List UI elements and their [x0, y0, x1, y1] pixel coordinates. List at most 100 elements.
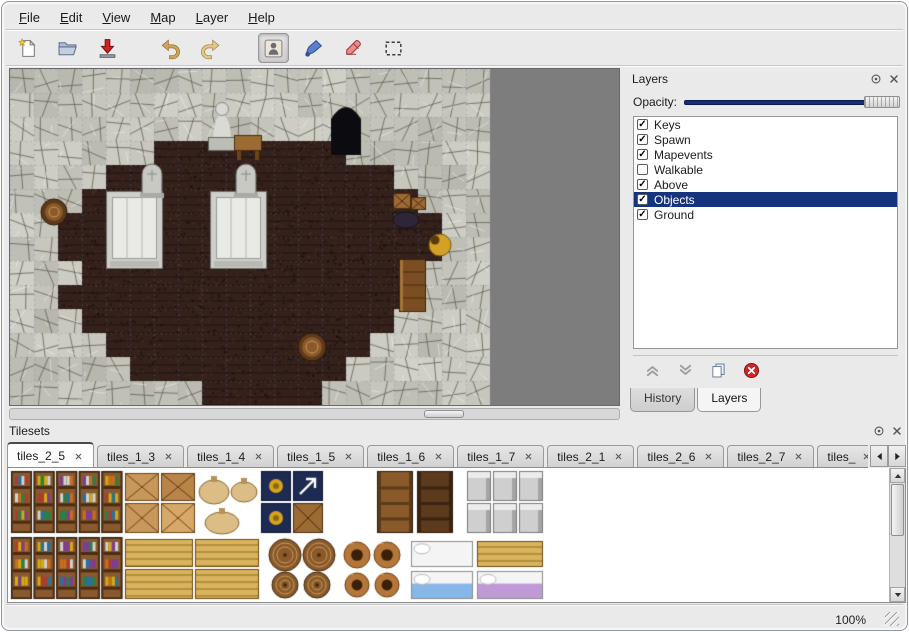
menu-map[interactable]: Map — [141, 7, 184, 28]
close-panel-icon[interactable] — [887, 72, 901, 86]
panel-splitter[interactable] — [621, 68, 627, 420]
layer-row-mapevents[interactable]: ✓ Mapevents — [634, 147, 897, 162]
layer-row-walkable[interactable]: Walkable — [634, 162, 897, 177]
layer-row-ground[interactable]: ✓ Ground — [634, 207, 897, 222]
layer-row-objects[interactable]: ✓ Objects — [634, 192, 897, 207]
tileset-tab-tiles_2_7[interactable]: tiles_2_7 — [727, 445, 814, 467]
app-window: FileEditViewMapLayerHelp Layers Opacity:… — [1, 1, 908, 631]
tileset-tab-tiles_1_4[interactable]: tiles_1_4 — [187, 445, 274, 467]
scroll-down-button[interactable] — [890, 587, 905, 602]
menu-view[interactable]: View — [93, 7, 139, 28]
layer-visibility-checkbox[interactable]: ✓ — [637, 209, 648, 220]
tileset-tab-tiles_1_3[interactable]: tiles_1_3 — [97, 445, 184, 467]
panel-tab-layers[interactable]: Layers — [697, 388, 761, 412]
float-panel-icon[interactable] — [872, 424, 886, 438]
tab-close-icon[interactable] — [162, 450, 175, 463]
tileset-canvas[interactable] — [9, 469, 890, 602]
tilesets-panel: Tilesets tiles_2_5 tiles_1_3 tiles_1_4 tile… — [5, 420, 908, 604]
selection-icon — [382, 37, 405, 60]
tab-close-icon[interactable] — [432, 450, 445, 463]
tileset-tab-tiles_2_1[interactable]: tiles_2_1 — [547, 445, 634, 467]
map-view[interactable] — [9, 68, 620, 406]
tileset-view[interactable] — [7, 468, 906, 603]
panel-tab-history[interactable]: History — [630, 388, 695, 412]
move-layer-up-button[interactable] — [642, 361, 662, 381]
tileset-tab-tiles[interactable]: tiles_ — [817, 445, 868, 467]
tab-close-icon[interactable] — [792, 450, 805, 463]
layer-row-keys[interactable]: ✓Keys — [634, 117, 897, 132]
layer-row-spawn[interactable]: ✓Spawn — [634, 132, 897, 147]
tileset-tab-tiles_2_5[interactable]: tiles_2_5 — [7, 442, 94, 468]
scroll-tabs-left-button[interactable] — [870, 445, 888, 467]
scroll-up-button[interactable] — [890, 468, 905, 483]
tileset-tab-label: tiles_2_1 — [557, 450, 605, 464]
delete-layer-button[interactable] — [741, 361, 761, 381]
tab-close-icon[interactable] — [522, 450, 535, 463]
tab-scroll-arrows — [870, 445, 906, 467]
menu-edit[interactable]: Edit — [51, 7, 91, 28]
open-button[interactable] — [52, 33, 83, 63]
tileset-tab-tiles_1_7[interactable]: tiles_1_7 — [457, 445, 544, 467]
layer-label: Above — [654, 178, 688, 192]
scrollbar-thumb[interactable] — [891, 484, 904, 536]
separator — [6, 29, 903, 31]
opacity-label: Opacity: — [633, 95, 677, 109]
toolbar-separator — [132, 48, 146, 49]
opacity-slider[interactable] — [684, 95, 900, 109]
menu-file[interactable]: File — [10, 7, 49, 28]
tilesets-panel-header: Tilesets — [5, 420, 908, 442]
layer-visibility-checkbox[interactable]: ✓ — [637, 179, 648, 190]
layer-label: Objects — [654, 193, 695, 207]
layer-visibility-checkbox[interactable] — [637, 164, 648, 175]
redo-icon — [199, 37, 222, 60]
tab-close-icon[interactable] — [612, 450, 625, 463]
fill-tool-button[interactable] — [298, 33, 329, 63]
stamp-tool-button[interactable] — [258, 33, 289, 63]
map-horizontal-scrollbar[interactable] — [9, 408, 620, 420]
layer-visibility-checkbox[interactable]: ✓ — [637, 119, 648, 130]
layer-visibility-checkbox[interactable]: ✓ — [637, 194, 648, 205]
layers-panel: Layers Opacity: ✓Keys✓Spawn✓MapeventsWal… — [628, 68, 905, 414]
tileset-tab-tiles_1_6[interactable]: tiles_1_6 — [367, 445, 454, 467]
redo-button[interactable] — [195, 33, 226, 63]
layer-visibility-checkbox[interactable]: ✓ — [637, 149, 648, 160]
tileset-tab-label: tiles_1_4 — [197, 450, 245, 464]
layer-label: Mapevents — [654, 148, 713, 162]
select-tool-button[interactable] — [378, 33, 409, 63]
tileset-tab-tiles_1_5[interactable]: tiles_1_5 — [277, 445, 364, 467]
tileset-vertical-scrollbar[interactable] — [889, 468, 905, 602]
tileset-tab-label: tiles_2_5 — [17, 449, 65, 463]
layer-toolbar — [633, 355, 898, 385]
scroll-tabs-right-button[interactable] — [888, 445, 906, 467]
duplicate-layer-button[interactable] — [708, 361, 728, 381]
undo-button[interactable] — [155, 33, 186, 63]
opacity-slider-handle[interactable] — [864, 96, 900, 108]
tab-close-icon[interactable] — [72, 450, 85, 463]
scrollbar-thumb[interactable] — [424, 410, 464, 418]
resize-grip[interactable] — [885, 612, 899, 626]
layer-visibility-checkbox[interactable]: ✓ — [637, 134, 648, 145]
move-layer-down-button[interactable] — [675, 361, 695, 381]
menu-layer[interactable]: Layer — [187, 7, 238, 28]
new-map-button[interactable] — [12, 33, 43, 63]
tileset-tab-tiles_2_6[interactable]: tiles_2_6 — [637, 445, 724, 467]
statusbar: 100% — [5, 606, 904, 631]
float-panel-icon[interactable] — [869, 72, 883, 86]
tab-close-icon[interactable] — [702, 450, 715, 463]
opacity-row: Opacity: — [633, 94, 900, 110]
paint-icon — [302, 37, 325, 60]
tab-close-icon[interactable] — [252, 450, 265, 463]
tab-close-icon[interactable] — [342, 450, 355, 463]
menu-help[interactable]: Help — [239, 7, 284, 28]
tileset-tab-label: tiles_1_5 — [287, 450, 335, 464]
layer-label: Ground — [654, 208, 694, 222]
separator — [6, 65, 903, 67]
layer-row-above[interactable]: ✓ Above — [634, 177, 897, 192]
eraser-tool-button[interactable] — [338, 33, 369, 63]
menubar: FileEditViewMapLayerHelp — [10, 7, 284, 28]
save-button[interactable] — [92, 33, 123, 63]
tileset-tab-label: tiles_ — [827, 450, 855, 464]
tab-close-icon[interactable] — [862, 450, 868, 463]
close-panel-icon[interactable] — [890, 424, 904, 438]
map-canvas[interactable] — [10, 69, 619, 405]
